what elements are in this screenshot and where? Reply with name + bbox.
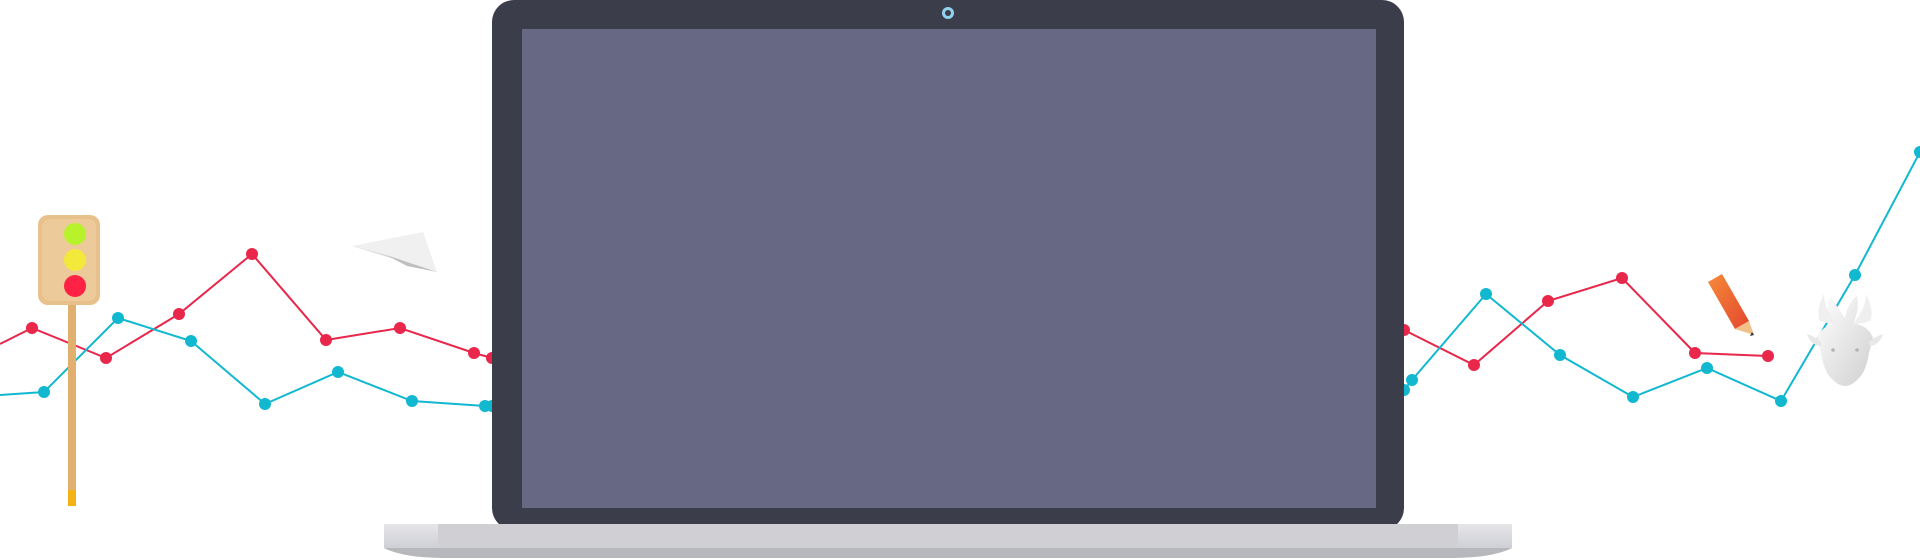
- paper-plane-icon: [352, 232, 437, 272]
- deer-head-icon: [1807, 294, 1883, 386]
- laptop-screen: [522, 29, 1376, 508]
- traffic-light-icon: [38, 215, 100, 506]
- pencil-icon: [1708, 274, 1754, 336]
- hero-illustration: [0, 0, 1920, 560]
- laptop-icon: [38, 0, 1883, 558]
- laptop-shell: [384, 0, 1512, 558]
